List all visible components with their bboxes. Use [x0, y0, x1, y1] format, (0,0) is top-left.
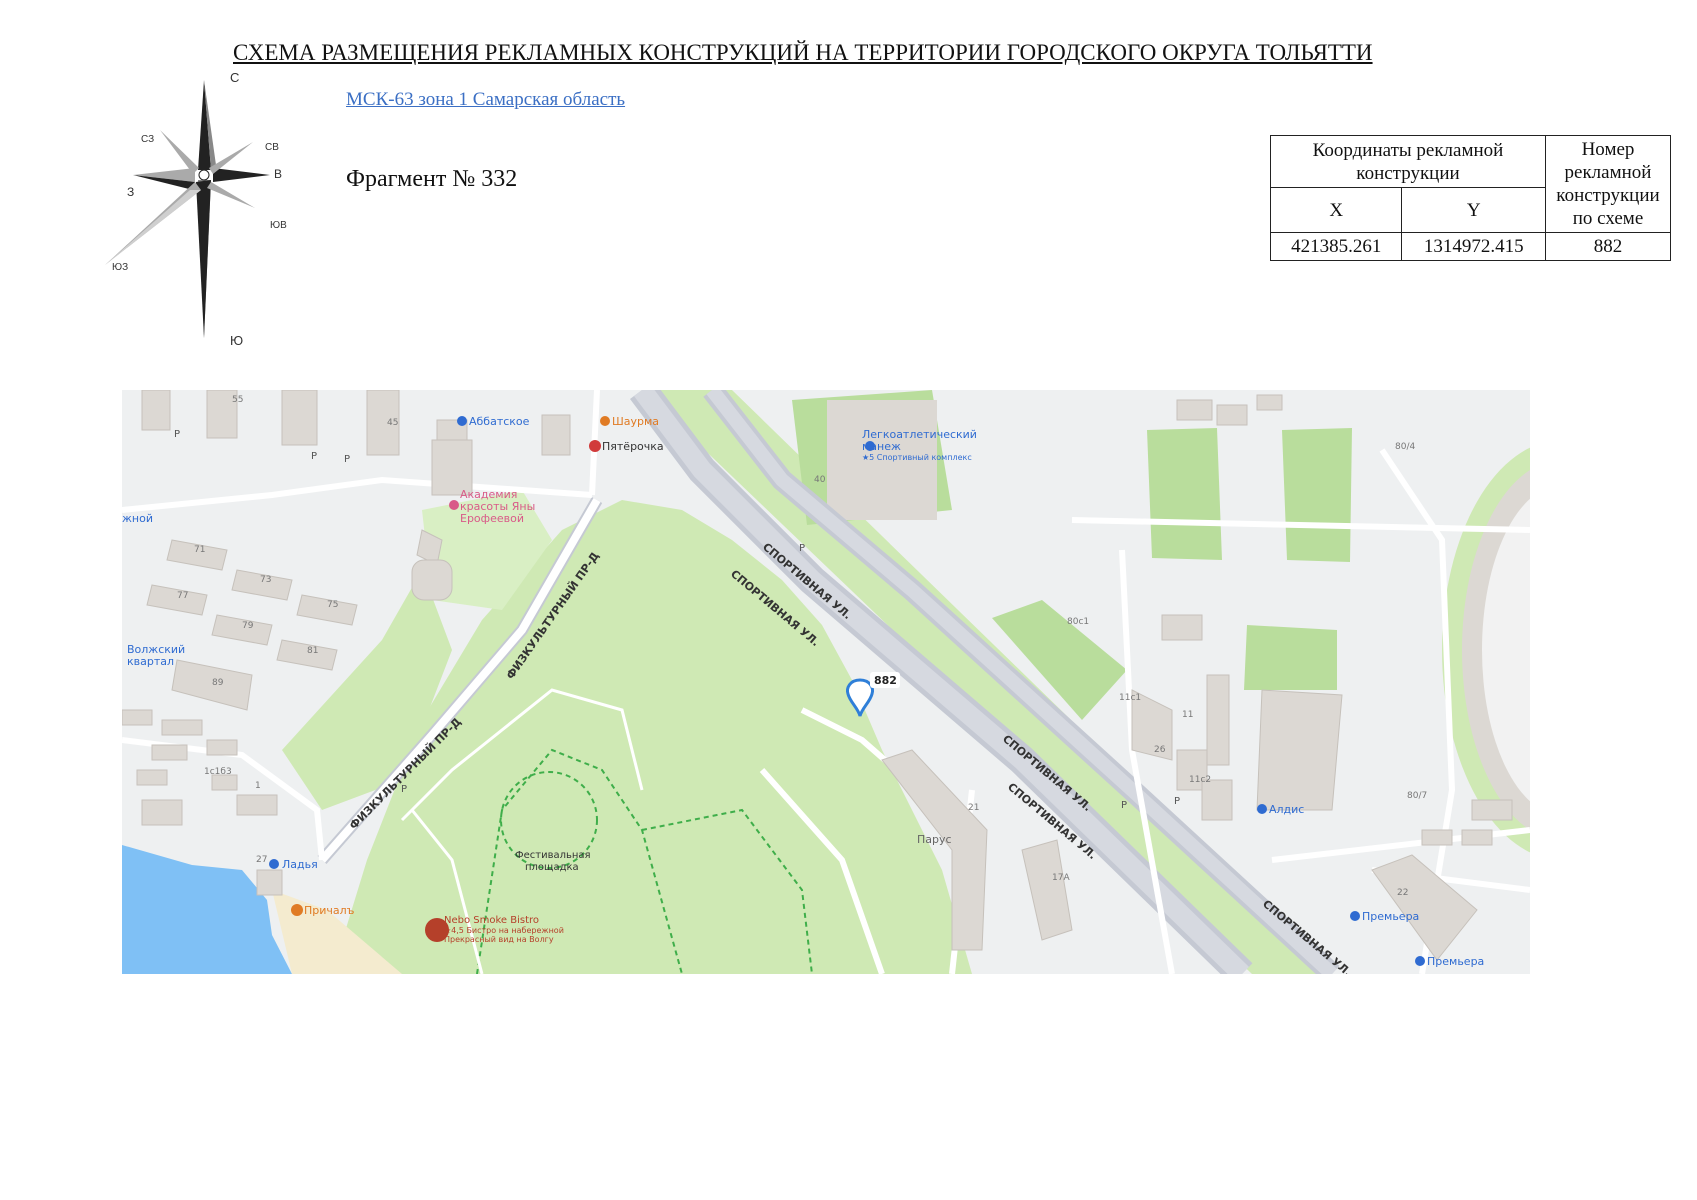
house-number: 27: [256, 855, 267, 865]
house-number: 80/7: [1407, 791, 1427, 801]
house-number: 11: [1182, 710, 1193, 720]
house-number: 22: [1397, 888, 1408, 898]
y-column-header: Y: [1401, 187, 1546, 233]
construction-number: 882: [1545, 232, 1671, 261]
poi-festival-1[interactable]: Фестивальная: [515, 850, 591, 861]
poi-ladya[interactable]: Ладья: [282, 858, 318, 871]
page-title: СХЕМА РАЗМЕЩЕНИЯ РЕКЛАМНЫХ КОНСТРУКЦИЙ Н…: [233, 40, 1373, 65]
house-number: 73: [260, 575, 271, 585]
parking-icon: P: [1174, 796, 1180, 807]
compass-label-s: Ю: [230, 333, 243, 348]
compass-label-sw: ЮЗ: [112, 262, 128, 273]
number-header: Номер рекламной конструкции по схеме: [1545, 135, 1671, 233]
coordinates-table: Координаты рекламной конструкции Номер р…: [1269, 135, 1671, 261]
crs-link[interactable]: МСК-63 зона 1 Самарская область: [346, 89, 625, 111]
poi-festival-2[interactable]: площадка: [525, 862, 579, 873]
poi-shaurma[interactable]: Шаурма: [612, 415, 659, 428]
marker-label[interactable]: 882: [874, 674, 897, 687]
house-number: 1с1б3: [204, 767, 232, 777]
house-number: 40: [814, 475, 826, 485]
parking-icon: P: [799, 543, 805, 554]
house-number: 89: [212, 678, 224, 688]
house-number: 45: [387, 418, 398, 428]
parking-icon: P: [401, 784, 407, 795]
poi-abbatskoe[interactable]: Аббатское: [469, 415, 530, 428]
poi-academy-3[interactable]: Ерофеевой: [460, 512, 524, 525]
parking-icon: P: [344, 454, 350, 465]
poi-manezh-3[interactable]: ★5 Спортивный комплекс: [862, 453, 972, 462]
fragment-title: Фрагмент № 332: [346, 166, 517, 193]
poi-nebo-2[interactable]: ★4,5 Бистро на набережной: [444, 926, 564, 935]
house-number: 71: [194, 545, 205, 555]
compass-label-ne: СВ: [265, 142, 279, 153]
poi-nebo-3[interactable]: Прекрасный вид на Волгу: [444, 935, 554, 944]
house-number: 11с2: [1189, 775, 1211, 785]
compass-rose-icon: С СЗ СВ В З ЮВ ЮЗ Ю: [105, 70, 287, 348]
house-number: 1: [255, 781, 261, 791]
house-number: 17А: [1052, 873, 1070, 883]
parking-icon: P: [311, 451, 317, 462]
x-value: 421385.261: [1269, 232, 1403, 261]
poi-nebo-1[interactable]: Nebo Smoke Bistro: [444, 915, 539, 926]
compass-label-w: З: [127, 185, 134, 199]
poi-premiera-2[interactable]: Премьера: [1427, 955, 1484, 968]
house-number: 81: [307, 646, 318, 656]
poi-pyaterochka[interactable]: Пятёрочка: [602, 440, 664, 453]
x-column-header: X: [1269, 187, 1403, 233]
compass-label-n: С: [230, 70, 239, 85]
house-number: 75: [327, 600, 338, 610]
house-number: 26: [1154, 745, 1166, 755]
house-number: 80/4: [1395, 442, 1415, 452]
house-number: 80с1: [1067, 617, 1089, 627]
house-number: 55: [232, 395, 243, 405]
parking-icon: P: [1121, 800, 1127, 811]
poi-aldis[interactable]: Алдис: [1269, 803, 1304, 816]
poi-edge-fragment: жной: [122, 512, 153, 525]
compass-label-se: ЮВ: [270, 220, 287, 231]
compass-label-e: В: [274, 167, 282, 181]
poi-prichal[interactable]: Причалъ: [304, 904, 355, 917]
map-fragment[interactable]: СПОРТИВНАЯ УЛ. СПОРТИВНАЯ УЛ. СПОРТИВНАЯ…: [122, 390, 1530, 974]
house-number: 11с1: [1119, 693, 1141, 703]
poi-volzhsky-2[interactable]: квартал: [127, 655, 174, 668]
house-number: 77: [177, 591, 188, 601]
fragment-label: Фрагмент №: [346, 166, 476, 192]
y-value: 1314972.415: [1401, 232, 1546, 261]
poi-premiera-1[interactable]: Премьера: [1362, 910, 1419, 923]
fragment-number: 332: [481, 166, 518, 192]
compass-label-nw: СЗ: [141, 134, 154, 145]
sports-field: [1147, 428, 1222, 560]
parking-icon: P: [174, 429, 180, 440]
house-number: 21: [968, 803, 979, 813]
poi-parus[interactable]: Парус: [917, 833, 952, 846]
house-number: 79: [242, 621, 254, 631]
coords-header: Координаты рекламной конструкции: [1270, 135, 1546, 188]
